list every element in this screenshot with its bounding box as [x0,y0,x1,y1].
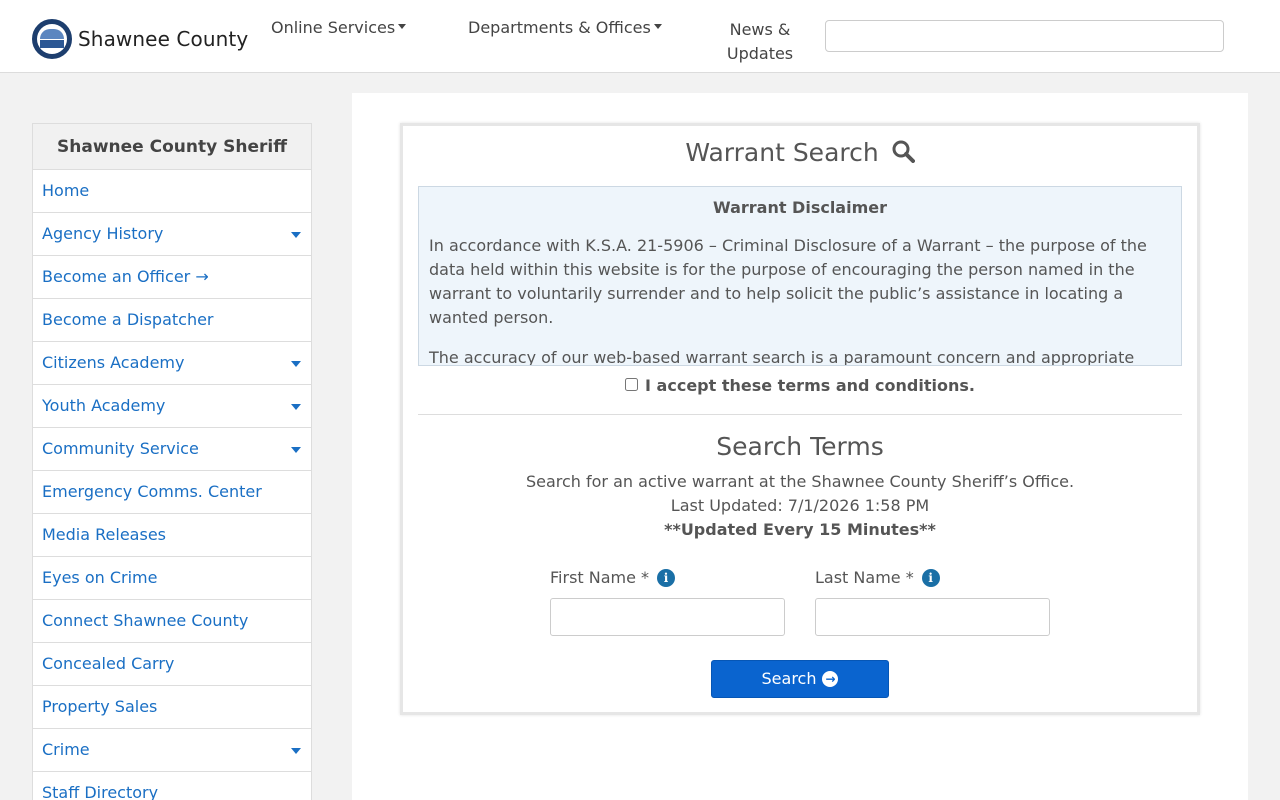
sidebar-item-label: Become a Dispatcher [42,310,214,329]
warrant-search-card: Warrant Search Warrant Disclaimer In acc… [400,123,1200,715]
sidebar-item-label: Become an Officer → [42,267,209,286]
sidebar-item-label: Home [42,181,90,200]
site-name: Shawnee County [78,27,249,51]
sidebar-item[interactable]: Become a Dispatcher [33,299,311,342]
sidebar-item[interactable]: Concealed Carry [33,643,311,686]
sidebar-item[interactable]: Agency History [33,213,311,256]
accept-terms-checkbox[interactable] [625,378,639,391]
disclaimer-paragraph: The accuracy of our web-based warrant se… [429,348,1135,366]
accept-terms-label: I accept these terms and conditions. [645,376,975,395]
nav-departments-label: Departments & Offices [468,18,651,37]
info-icon[interactable]: i [657,568,676,587]
caret-down-icon[interactable] [291,232,301,238]
info-icon[interactable]: i [921,568,940,587]
sidebar-item-label: Agency History [42,224,164,243]
nav-online-services-label: Online Services [271,18,396,37]
sidebar-item[interactable]: Emergency Comms. Center [33,471,311,514]
county-logo-link[interactable]: Shawnee County [32,19,248,59]
warrant-search-title: Warrant Search [685,138,879,167]
first-name-input[interactable] [550,598,785,636]
warrant-search-button[interactable]: Search → [711,660,889,698]
disclaimer-paragraph: In accordance with K.S.A. 21-5906 – Crim… [429,236,1147,327]
last-updated-text: Last Updated: 7/1/2026 1:58 PM [670,496,930,515]
sidebar-item[interactable]: Community Service [33,428,311,471]
caret-down-icon [653,24,662,29]
sidebar-item[interactable]: Citizens Academy [33,342,311,385]
search-button-label: Search [761,669,817,688]
sidebar-item-label: Staff Directory [42,783,159,800]
sidebar-title: Shawnee County Sheriff [33,124,311,170]
sidebar-item[interactable]: Youth Academy [33,385,311,428]
last-name-input[interactable] [815,598,1050,636]
sidebar-item-label: Eyes on Crime [42,568,158,587]
sidebar-item-label: Property Sales [42,697,158,716]
sidebar-item-label: Community Service [42,439,199,458]
main-content: Warrant Search Warrant Disclaimer In acc… [352,93,1248,800]
sidebar-item[interactable]: Crime [33,729,311,772]
sidebar-item[interactable]: Become an Officer → [33,256,311,299]
first-name-label-row: First Name * i [550,568,676,588]
caret-down-icon [398,24,407,29]
nav-departments-offices[interactable]: Departments & Offices [468,18,662,37]
sidebar-item[interactable]: Connect Shawnee County [33,600,311,643]
nav-news-updates[interactable]: News & Updates [725,18,795,66]
update-frequency-text: **Updated Every 15 Minutes** [664,520,936,539]
sidebar-item[interactable]: Staff Directory [33,772,311,800]
sidebar-item-label: Media Releases [42,525,166,544]
sidebar-item[interactable]: Eyes on Crime [33,557,311,600]
search-terms-description: Search for an active warrant at the Shaw… [525,472,1075,491]
last-name-label: Last Name * [815,568,914,587]
sidebar-list: Home Agency History Become an Officer → Bec… [33,170,311,800]
site-header: Shawnee County Online Services Departmen… [0,0,1280,73]
warrant-disclaimer-box[interactable]: Warrant Disclaimer In accordance with K.… [418,186,1182,366]
sidebar-item-label: Youth Academy [42,396,166,415]
sidebar-item-label: Concealed Carry [42,654,175,673]
section-divider [418,414,1182,415]
sidebar-item-label: Connect Shawnee County [42,611,249,630]
caret-down-icon[interactable] [291,748,301,754]
sidebar-item[interactable]: Property Sales [33,686,311,729]
sidebar-item-label: Emergency Comms. Center [42,482,262,501]
sidebar-item-label: Crime [42,740,90,759]
first-name-label: First Name * [550,568,650,587]
disclaimer-heading: Warrant Disclaimer [712,198,887,217]
sheriff-sidebar-nav: Shawnee County Sheriff Home Agency Histor… [32,123,312,800]
accept-terms-row[interactable]: I accept these terms and conditions. [403,376,1197,395]
nav-news-label-line2: Updates [726,44,794,63]
caret-down-icon[interactable] [291,447,301,453]
search-terms-heading: Search Terms [716,432,884,461]
county-seal-icon [32,19,72,59]
site-search-input[interactable] [825,20,1224,52]
search-icon [892,140,915,163]
caret-down-icon[interactable] [291,404,301,410]
last-name-label-row: Last Name * i [815,568,940,588]
sidebar-item[interactable]: Home [33,170,311,213]
arrow-circle-right-icon: → [822,670,839,687]
warrant-search-heading: Warrant Search [403,138,1197,167]
caret-down-icon[interactable] [291,361,301,367]
sidebar-item[interactable]: Media Releases [33,514,311,557]
sidebar-item-label: Citizens Academy [42,353,185,372]
nav-online-services[interactable]: Online Services [271,18,407,37]
nav-news-label-line1: News & [729,20,791,39]
